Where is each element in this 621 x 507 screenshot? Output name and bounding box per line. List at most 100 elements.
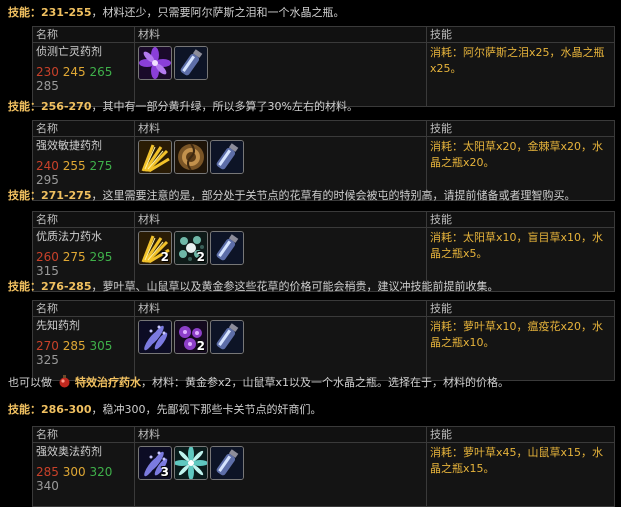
- skill-range: 286-300: [41, 403, 92, 416]
- skill-range: 276-285: [41, 280, 92, 293]
- note-suffix: ，材料：黄金参x2，山鼠草x1以及一个水晶之瓶。选择在于，材料的价格。: [141, 376, 510, 389]
- skill-levels: 240 255 275 295: [36, 159, 131, 187]
- level-gray: 325: [36, 353, 59, 367]
- skill-line: 技能：256-270，其中有一部分黄升绿，所以多算了30%左右的材料。: [8, 100, 358, 114]
- goldthorn-icon[interactable]: [174, 140, 208, 174]
- header-cell: 名称: [32, 26, 135, 43]
- dreamfoil-icon[interactable]: 3: [138, 446, 172, 480]
- skill-label: 技能：: [8, 189, 41, 202]
- level-green: 305: [89, 339, 113, 353]
- level-green: 275: [89, 159, 113, 173]
- header-cell: 材料: [134, 26, 427, 43]
- crystal-vial-icon[interactable]: [210, 231, 244, 265]
- level-yellow: 275: [62, 250, 86, 264]
- sungrass-icon[interactable]: 2: [138, 231, 172, 265]
- plaguebloom-icon[interactable]: 2: [174, 320, 208, 354]
- skill-levels: 260 275 295 315: [36, 250, 131, 278]
- skill-range: 231-255: [41, 6, 92, 19]
- skill-label: 技能：: [8, 100, 41, 113]
- header-cell: 技能: [426, 300, 615, 317]
- header-cell: 技能: [426, 26, 615, 43]
- potion-icon: [58, 375, 71, 391]
- skill-line: 技能：231-255，材料还少，只需要阿尔萨斯之泪和一个水晶之瓶。: [8, 6, 345, 20]
- level-yellow: 285: [62, 339, 86, 353]
- skill-label: 技能：: [8, 6, 41, 19]
- crystal-vial-icon[interactable]: [174, 46, 208, 80]
- header-cell: 材料: [134, 120, 427, 137]
- recipe-name[interactable]: 侦测亡灵药剂: [36, 43, 131, 59]
- skill-description: ，萝叶草、山鼠草以及黄金参这些花草的价格可能会稍贵，建议冲技能前提前收集。: [91, 280, 499, 293]
- skill-levels: 285 300 320 340: [36, 465, 131, 493]
- header-cell: 名称: [32, 120, 135, 137]
- material-cost: 消耗：太阳草x10，盲目草x10，水晶之瓶x5。: [430, 231, 604, 260]
- material-cost: 消耗：萝叶草x10，瘟疫花x20，水晶之瓶x10。: [430, 320, 604, 349]
- recipe-table: 名称 材料 技能先知药剂 270 285 305 325 2 消耗：萝叶草x10，瘟疫花x…: [32, 300, 615, 381]
- level-gray: 295: [36, 173, 59, 187]
- level-orange: 270: [36, 339, 59, 353]
- dreamfoil-icon[interactable]: [138, 320, 172, 354]
- skill-levels: 270 285 305 325: [36, 339, 131, 367]
- header-cell: 技能: [426, 211, 615, 228]
- level-orange: 230: [36, 65, 59, 79]
- crystal-vial-icon[interactable]: [210, 446, 244, 480]
- recipe-name[interactable]: 强效奥法药剂: [36, 443, 131, 459]
- level-gray: 315: [36, 264, 59, 278]
- level-gray: 340: [36, 479, 59, 493]
- arthas-tears-icon[interactable]: [138, 46, 172, 80]
- skill-description: ，稳冲300，先鄙视下那些卡关节点的奸商们。: [91, 403, 322, 416]
- recipe-table: 名称 材料 技能强效奥法药剂 285 300 320 340 3 消耗：萝叶草x45，山鼠…: [32, 426, 615, 507]
- guide-page: 技能：231-255，材料还少，只需要阿尔萨斯之泪和一个水晶之瓶。 名称 材料 技能侦…: [0, 0, 621, 507]
- potion-link[interactable]: 特效治疗药水: [75, 376, 141, 389]
- header-cell: 技能: [426, 426, 615, 443]
- recipe-name[interactable]: 优质法力药水: [36, 228, 131, 244]
- material-cost: 消耗：太阳草x20，金棘草x20，水晶之瓶x20。: [430, 140, 604, 169]
- skill-description: ，材料还少，只需要阿尔萨斯之泪和一个水晶之瓶。: [91, 6, 345, 19]
- level-orange: 260: [36, 250, 59, 264]
- level-yellow: 245: [62, 65, 86, 79]
- recipe-name[interactable]: 先知药剂: [36, 317, 131, 333]
- level-orange: 285: [36, 465, 59, 479]
- level-green: 265: [89, 65, 113, 79]
- level-yellow: 300: [62, 465, 86, 479]
- skill-line: 技能：271-275，这里需要注意的是，部分处于关节点的花草有的时候会被屯的特别…: [8, 189, 576, 203]
- materials-list: 2: [138, 317, 423, 354]
- skill-levels: 230 245 265 285: [36, 65, 131, 93]
- materials-list: 22: [138, 228, 423, 265]
- level-yellow: 255: [62, 159, 86, 173]
- material-count: 2: [160, 250, 169, 264]
- crystal-vial-icon[interactable]: [210, 320, 244, 354]
- header-cell: 材料: [134, 426, 427, 443]
- materials-list: [138, 137, 423, 174]
- skill-description: ，其中有一部分黄升绿，所以多算了30%左右的材料。: [91, 100, 358, 113]
- skill-range: 256-270: [41, 100, 92, 113]
- skill-label: 技能：: [8, 280, 41, 293]
- skill-description: ，这里需要注意的是，部分处于关节点的花草有的时候会被屯的特别高，请提前储备或者理…: [91, 189, 576, 202]
- level-gray: 285: [36, 79, 59, 93]
- recipe-table: 名称 材料 技能侦测亡灵药剂 230 245 265 285 消耗：阿尔萨斯之泪x25，…: [32, 26, 615, 107]
- materials-list: 3: [138, 443, 423, 480]
- level-orange: 240: [36, 159, 59, 173]
- level-green: 295: [89, 250, 113, 264]
- note-prefix: 也可以做: [8, 376, 52, 389]
- skill-range: 271-275: [41, 189, 92, 202]
- material-count: 2: [196, 339, 205, 353]
- recipe-name[interactable]: 强效敏捷药剂: [36, 137, 131, 153]
- material-cost: 消耗：阿尔萨斯之泪x25，水晶之瓶x25。: [430, 46, 605, 75]
- header-cell: 名称: [32, 300, 135, 317]
- crystal-vial-icon[interactable]: [210, 140, 244, 174]
- skill-line: 技能：276-285，萝叶草、山鼠草以及黄金参这些花草的价格可能会稍贵，建议冲技…: [8, 280, 499, 294]
- skill-label: 技能：: [8, 403, 41, 416]
- level-green: 320: [89, 465, 113, 479]
- sungrass-icon[interactable]: [138, 140, 172, 174]
- header-cell: 技能: [426, 120, 615, 137]
- skill-line: 技能：286-300，稳冲300，先鄙视下那些卡关节点的奸商们。: [8, 403, 322, 417]
- blindweed-icon[interactable]: 2: [174, 231, 208, 265]
- header-cell: 名称: [32, 426, 135, 443]
- header-cell: 材料: [134, 300, 427, 317]
- material-count: 3: [160, 465, 169, 479]
- alternative-note: 也可以做 特效治疗药水，材料：黄金参x2，山鼠草x1以及一个水晶之瓶。选择在于，材…: [8, 374, 509, 391]
- material-cost: 消耗：萝叶草x45，山鼠草x15，水晶之瓶x15。: [430, 446, 604, 475]
- materials-list: [138, 43, 423, 80]
- mountain-silversage-icon[interactable]: [174, 446, 208, 480]
- material-count: 2: [196, 250, 205, 264]
